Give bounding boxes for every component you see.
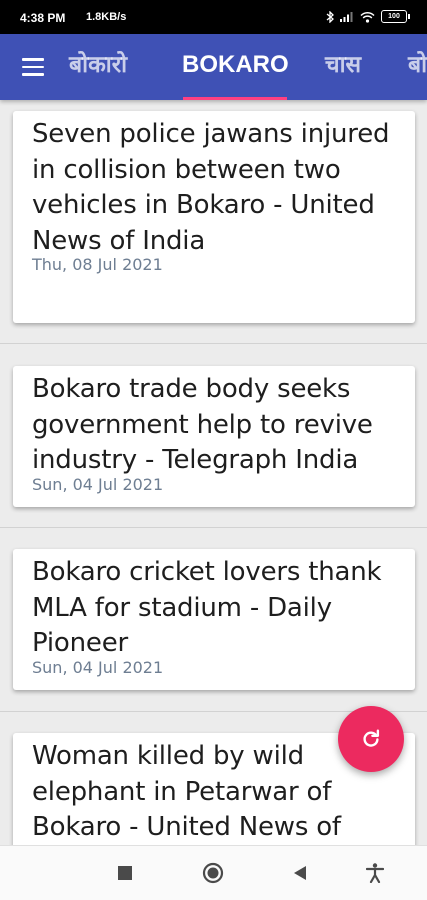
list-divider — [0, 343, 427, 344]
recents-button[interactable] — [114, 862, 136, 884]
accessibility-button[interactable] — [364, 862, 386, 884]
news-card[interactable]: Bokaro trade body seeks government help … — [13, 366, 415, 507]
back-button[interactable] — [289, 862, 311, 884]
tab-next-partial[interactable]: बो — [408, 34, 427, 100]
news-card[interactable]: Bokaro cricket lovers thank MLA for stad… — [13, 549, 415, 690]
list-divider — [0, 527, 427, 528]
refresh-icon — [363, 729, 380, 747]
bluetooth-icon — [326, 10, 334, 23]
home-circle-icon — [202, 862, 224, 884]
news-headline: Bokaro cricket lovers thank MLA for stad… — [32, 557, 382, 658]
home-button[interactable] — [202, 862, 224, 884]
app-bar: बोकारो BOKARO चास बो — [0, 34, 427, 100]
status-time: 4:38 PM — [20, 11, 66, 25]
status-bar: 4:38 PM 1.8KB/s 100 — [0, 0, 427, 34]
tab-bokaro[interactable]: BOKARO — [182, 34, 289, 100]
signal-icon — [340, 12, 353, 22]
network-speed: 1.8KB/s — [86, 11, 127, 23]
hamburger-menu-icon[interactable] — [22, 58, 44, 76]
tab-chas[interactable]: चास — [325, 34, 361, 100]
accessibility-icon — [366, 863, 384, 883]
refresh-button[interactable] — [338, 706, 404, 772]
recents-square-icon — [118, 866, 132, 880]
news-date: Sun, 04 Jul 2021 — [32, 657, 164, 677]
status-icons: 100 — [326, 10, 410, 23]
news-headline: Seven police jawans injured in collision… — [32, 119, 390, 256]
tab-bokaro-hindi[interactable]: बोकारो — [69, 34, 127, 100]
battery-icon: 100 — [381, 10, 410, 23]
system-nav-bar — [0, 845, 427, 900]
news-date: Thu, 08 Jul 2021 — [32, 255, 163, 274]
news-headline: Bokaro trade body seeks government help … — [32, 374, 373, 475]
news-card[interactable]: Seven police jawans injured in collision… — [13, 111, 415, 323]
wifi-icon — [360, 11, 375, 23]
back-triangle-icon — [294, 866, 306, 880]
